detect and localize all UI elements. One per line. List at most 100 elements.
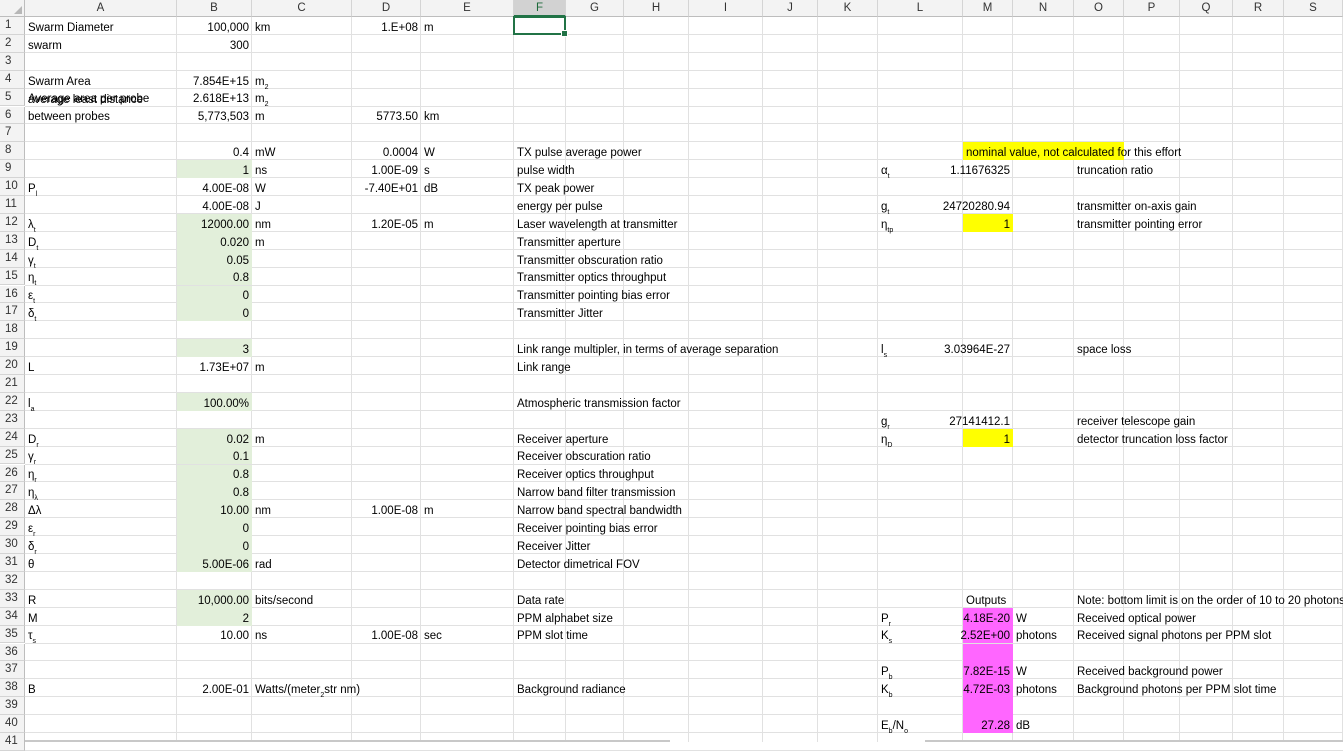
cell-o24[interactable]: detector truncation loss factor [1074, 429, 1228, 447]
cell-b29[interactable]: 0 [177, 518, 252, 537]
cell-a20[interactable]: L [25, 357, 177, 375]
cell-f20[interactable]: Link range [514, 357, 571, 375]
cell-c12[interactable]: nm [252, 214, 352, 232]
cell-o37[interactable]: Received background power [1074, 661, 1223, 679]
cell-f19[interactable]: Link range multipler, in terms of averag… [514, 339, 778, 357]
column-header-r[interactable]: R [1233, 0, 1284, 17]
row-header-3[interactable]: 3 [0, 52, 25, 71]
cell-m23[interactable]: 27141412.1 [949, 411, 1013, 429]
cell-b24[interactable]: 0.02 [177, 428, 252, 447]
cell-c38[interactable]: Watts/(meter 2 str nm) [252, 679, 360, 699]
cell-m8[interactable]: nominal value, not calculated for this e… [963, 142, 1181, 161]
cell-o23[interactable]: receiver telescope gain [1074, 411, 1195, 429]
cell-m39[interactable] [963, 697, 1013, 716]
cell-f24[interactable]: Receiver aperture [514, 429, 608, 447]
cell-m33[interactable]: Outputs [963, 590, 1013, 608]
cell-b4[interactable]: 7.854E+15 [177, 71, 252, 89]
cell-l34[interactable]: Pr [878, 608, 963, 628]
cell-m19[interactable]: 3.03964E-27 [944, 339, 1013, 357]
cell-b5[interactable]: 2.618E+13 [177, 89, 252, 107]
column-header-c[interactable]: C [252, 0, 352, 17]
cell-f15[interactable]: Transmitter optics throughput [514, 268, 666, 286]
cell-m35[interactable]: 2.52E+00 [960, 625, 1013, 644]
cell-f16[interactable]: Transmitter pointing bias error [514, 286, 670, 304]
row-header-28[interactable]: 28 [0, 500, 25, 519]
cell-c8[interactable]: mW [252, 142, 352, 160]
row-header-14[interactable]: 14 [0, 249, 25, 268]
cell-n38[interactable]: photons [1013, 679, 1074, 697]
cell-e8[interactable]: W [421, 142, 514, 160]
cell-f11[interactable]: energy per pulse [514, 196, 603, 214]
column-header-g[interactable]: G [566, 0, 624, 17]
cell-a25[interactable]: γr [25, 447, 177, 466]
cell-b35[interactable]: 10.00 [177, 626, 252, 644]
row-header-30[interactable]: 30 [0, 536, 25, 554]
cell-f25[interactable]: Receiver obscuration ratio [514, 447, 651, 465]
cell-f8[interactable]: TX pulse average power [514, 142, 642, 160]
column-header-e[interactable]: E [421, 0, 514, 17]
column-header-i[interactable]: I [689, 0, 763, 17]
row-header-29[interactable]: 29 [0, 518, 25, 537]
cell-d28[interactable]: 1.00E-08 [352, 500, 421, 518]
row-header-12[interactable]: 12 [0, 213, 25, 232]
cell-l37[interactable]: Pb [878, 661, 963, 681]
cell-a31[interactable]: θ [25, 554, 177, 572]
cell-l12[interactable]: η tp [878, 214, 963, 234]
cell-b20[interactable]: 1.73E+07 [177, 357, 252, 375]
cell-a38[interactable]: B [25, 679, 177, 697]
cell-n35[interactable]: photons [1013, 626, 1074, 644]
column-header-k[interactable]: K [818, 0, 878, 17]
cell-n40[interactable]: dB [1013, 715, 1074, 733]
row-header-23[interactable]: 23 [0, 410, 25, 429]
spreadsheet-grid[interactable]: ABCDEFGHIJKLMNOPQRST12345678910111213141… [0, 0, 1343, 751]
cell-o19[interactable]: space loss [1074, 339, 1131, 357]
cell-a12[interactable]: λt [25, 214, 177, 234]
row-header-20[interactable]: 20 [0, 357, 25, 375]
cell-m9[interactable]: 1.11676325 [950, 160, 1013, 178]
cell-m11[interactable]: 24720280.94 [943, 196, 1013, 214]
row-header-33[interactable]: 33 [0, 589, 25, 608]
cell-a17[interactable]: δt [25, 303, 177, 323]
cell-b22[interactable]: 100.00% [177, 392, 252, 411]
cell-e12[interactable]: m [421, 214, 514, 232]
cell-e35[interactable]: sec [421, 626, 514, 644]
cell-c10[interactable]: W [252, 178, 352, 196]
cell-b10[interactable]: 4.00E-08 [177, 178, 252, 196]
cell-b30[interactable]: 0 [177, 536, 252, 554]
cell-b6[interactable]: 5,773,503 [177, 107, 252, 125]
cell-f9[interactable]: pulse width [514, 160, 575, 178]
cell-f29[interactable]: Receiver pointing bias error [514, 518, 658, 536]
cell-m36[interactable] [963, 643, 1013, 662]
cell-f31[interactable]: Detector dimetrical FOV [514, 554, 640, 572]
cell-o34[interactable]: Received optical power [1074, 608, 1196, 626]
row-header-26[interactable]: 26 [0, 464, 25, 483]
row-header-17[interactable]: 17 [0, 303, 25, 322]
cell-e1[interactable]: m [421, 17, 514, 35]
cell-m34[interactable]: 4.18E-20 [963, 607, 1013, 626]
cell-d9[interactable]: 1.00E-09 [352, 160, 421, 178]
column-header-q[interactable]: Q [1180, 0, 1233, 17]
cell-d12[interactable]: 1.20E-05 [352, 214, 421, 232]
cell-a22[interactable]: la [25, 393, 177, 413]
row-header-40[interactable]: 40 [0, 715, 25, 733]
cell-n37[interactable]: W [1013, 661, 1074, 679]
column-header-o[interactable]: O [1074, 0, 1124, 17]
cell-f13[interactable]: Transmitter aperture [514, 232, 621, 250]
cell-a6[interactable]: between probes [25, 107, 177, 125]
cell-a26[interactable]: ηr [25, 465, 177, 484]
cell-o38[interactable]: Background photons per PPM slot time [1074, 679, 1276, 697]
row-header-22[interactable]: 22 [0, 392, 25, 411]
cell-f30[interactable]: Receiver Jitter [514, 536, 591, 554]
cell-f22[interactable]: Atmospheric transmission factor [514, 393, 681, 411]
cell-d1[interactable]: 1.E+08 [352, 17, 421, 35]
cell-c35[interactable]: ns [252, 626, 352, 644]
column-header-d[interactable]: D [352, 0, 421, 17]
cell-b9[interactable]: 1 [177, 160, 252, 179]
cell-b33[interactable]: 10,000.00 [177, 589, 252, 608]
row-header-24[interactable]: 24 [0, 428, 25, 447]
cell-l38[interactable]: Kb [878, 679, 963, 699]
column-header-b[interactable]: B [177, 0, 252, 17]
cell-a13[interactable]: Dt [25, 232, 177, 252]
cell-a30[interactable]: δr [25, 536, 177, 556]
cell-f27[interactable]: Narrow band filter transmission [514, 482, 676, 500]
